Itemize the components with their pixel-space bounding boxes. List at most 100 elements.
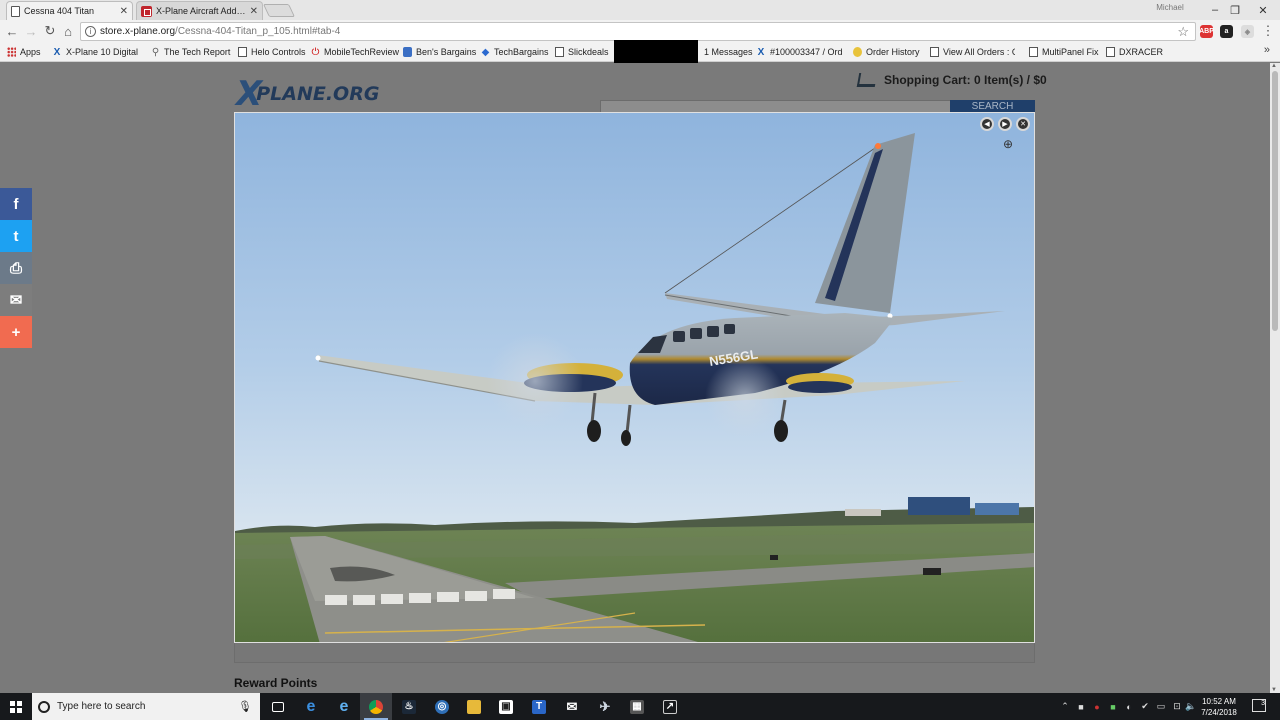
nvidia-icon[interactable]: ■ [1106, 693, 1120, 720]
more-bookmarks-icon[interactable]: » [1264, 44, 1270, 56]
bookmark-dxracer[interactable]: DXRACER [1106, 45, 1163, 59]
tray-app-icon[interactable]: ■ [1074, 693, 1088, 720]
shield-extension-icon[interactable]: ◈ [1241, 25, 1254, 38]
home-icon[interactable]: ⌂ [60, 23, 76, 39]
close-window-icon[interactable]: ✕ [1248, 0, 1278, 20]
show-hidden-icons[interactable]: ⌃ [1058, 693, 1072, 720]
bookmark-tech-report[interactable]: ⚲ The Tech Report [151, 45, 231, 59]
notification-center-icon[interactable]: 3 [1252, 699, 1266, 712]
twitter-share-button[interactable]: t [0, 220, 32, 252]
taskbar-app[interactable]: ◎ [426, 693, 458, 720]
page-icon [930, 47, 939, 57]
internet-explorer-icon: e [339, 697, 349, 715]
taskbar-mail[interactable]: ✉ [556, 693, 588, 720]
scrollbar-thumb[interactable] [1272, 71, 1278, 331]
lightbox-image[interactable]: N556GL [234, 112, 1035, 643]
taskbar-steam[interactable]: ♨ [393, 693, 425, 720]
lightbox-close-icon[interactable]: ✕ [1016, 117, 1030, 131]
browser-tab-strip: Cessna 404 Titan ✕ X-Plane Aircraft Add-… [0, 0, 1280, 20]
close-tab-icon[interactable]: ✕ [250, 6, 258, 17]
page-icon [238, 47, 247, 57]
tab-title: X-Plane Aircraft Add-On [156, 6, 246, 16]
app-icon: T [532, 699, 546, 714]
page-scrollbar[interactable]: ▲ ▼ [1270, 63, 1280, 693]
bookmark-bens-bargains[interactable]: Ben's Bargains [403, 45, 476, 59]
url-host: store.x-plane.org [100, 26, 176, 37]
tray-app-icon[interactable]: ● [1090, 693, 1104, 720]
tab-xplane-addons[interactable]: X-Plane Aircraft Add-On ✕ [136, 1, 263, 20]
reward-points-heading: Reward Points [234, 676, 318, 690]
xplane-icon: X [53, 47, 61, 58]
taskbar-calculator[interactable]: ▦ [621, 693, 653, 720]
page-icon [1106, 47, 1115, 57]
new-tab-button[interactable] [262, 4, 296, 17]
taskbar-app-blue[interactable]: T [523, 693, 555, 720]
steam-icon: ♨ [402, 699, 416, 714]
bookmark-xplane-digital[interactable]: XX-Plane 10 Digital D [52, 45, 138, 59]
bookmark-star-icon[interactable]: ☆ [1177, 24, 1189, 40]
microphone-icon[interactable]: 🎙 [238, 700, 252, 713]
chrome-icon [369, 699, 383, 714]
profile-name[interactable]: Michael [1150, 3, 1190, 15]
bookmark-mobiletechreview[interactable]: ⏻ MobileTechReview [311, 45, 400, 59]
store-bag-icon: ▣ [499, 699, 513, 714]
system-clock[interactable]: 10:52 AM 7/24/2018 [1196, 696, 1242, 718]
menu-icon[interactable]: ⋮ [1260, 23, 1276, 39]
tab-cessna-404-titan[interactable]: Cessna 404 Titan ✕ [6, 1, 133, 20]
tray-app-icon[interactable]: ◐ [1122, 693, 1136, 720]
taskbar-file-explorer[interactable] [458, 693, 490, 720]
taskbar-edge[interactable]: e [295, 693, 327, 720]
task-view-button[interactable] [262, 693, 294, 720]
mail-icon: ✉ [566, 698, 578, 714]
cart-summary: Shopping Cart: 0 Item(s) / $0 [884, 73, 1047, 87]
restore-icon[interactable]: ❐ [1220, 0, 1250, 20]
bookmark-multipanel-fix[interactable]: MultiPanel Fix [1029, 45, 1099, 59]
network-icon[interactable]: ⊡ [1170, 693, 1184, 720]
taskbar-ie[interactable]: e [328, 693, 360, 720]
lightbox-play-icon[interactable]: ▶ [998, 117, 1012, 131]
print-button[interactable]: ⎙ [0, 252, 32, 284]
taskbar-store[interactable]: ▣ [490, 693, 522, 720]
taskbar-app-chart[interactable]: ↗ [654, 693, 686, 720]
email-share-button[interactable]: ✉ [0, 284, 32, 316]
info-icon[interactable]: i [85, 26, 96, 37]
bookmark-messages[interactable]: 1 Messages [704, 45, 753, 59]
page-icon [11, 5, 20, 17]
shopping-cart[interactable]: Shopping Cart: 0 Item(s) / $0 [856, 73, 1047, 87]
facebook-share-button[interactable]: f [0, 188, 32, 220]
taskbar-search-placeholder: Type here to search [57, 701, 146, 712]
twitter-icon: t [13, 227, 19, 245]
lightbox-prev-icon[interactable]: ◀ [980, 117, 994, 131]
bookmark-apps[interactable]: Apps [7, 45, 41, 59]
xplane-org-logo[interactable]: X PLANE.ORG [236, 74, 379, 114]
zoom-in-icon[interactable]: ⊕ [1003, 137, 1013, 151]
coin-icon [853, 47, 862, 57]
url-path: /Cessna-404-Titan_p_105.html#tab-4 [175, 26, 341, 37]
bookmark-helo-controls[interactable]: Helo Controls [238, 45, 306, 59]
back-arrow-icon[interactable]: ← [4, 23, 20, 39]
adblock-extension-icon[interactable]: ABP [1199, 25, 1214, 38]
more-share-button[interactable]: + [0, 316, 32, 348]
forward-arrow-icon[interactable]: → [23, 23, 39, 39]
bookmark-order-history[interactable]: Order History [853, 45, 920, 59]
tray-app-icon[interactable]: ▭ [1154, 693, 1168, 720]
close-tab-icon[interactable]: ✕ [120, 6, 128, 17]
taskbar-search[interactable]: Type here to search 🎙 [32, 693, 260, 720]
extension-icon[interactable]: a [1220, 25, 1233, 38]
bookmark-order[interactable]: X#100003347 / Order [756, 45, 842, 59]
cart-icon [856, 73, 878, 87]
reload-icon[interactable]: ↻ [42, 23, 58, 39]
cortana-icon [38, 700, 50, 713]
scroll-up-icon[interactable]: ▲ [1271, 63, 1277, 69]
bag-icon [403, 47, 412, 57]
start-button[interactable] [0, 693, 32, 720]
bookmark-techbargains[interactable]: ◆ TechBargains [481, 45, 549, 59]
facebook-icon: f [13, 195, 19, 213]
bookmark-slickdeals[interactable]: Slickdeals [555, 45, 609, 59]
bookmark-view-all-orders[interactable]: View All Orders : Or [930, 45, 1015, 59]
tray-app-icon[interactable]: ✔ [1138, 693, 1152, 720]
taskbar-chrome[interactable] [360, 693, 392, 720]
email-icon: ✉ [9, 292, 23, 309]
taskbar-xplane[interactable]: ✈ [589, 693, 621, 720]
address-bar[interactable]: i store.x-plane.org/Cessna-404-Titan_p_1… [80, 22, 1196, 41]
